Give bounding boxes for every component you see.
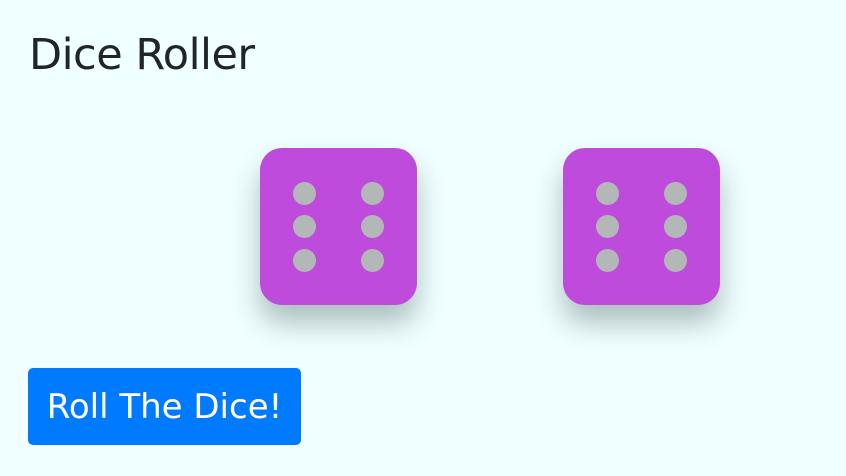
pip [664,249,687,272]
roll-dice-button[interactable]: Roll The Dice! [28,368,301,445]
die-1 [260,148,417,305]
pip [361,182,384,205]
pip [596,249,619,272]
pip [361,215,384,238]
pip [361,249,384,272]
pip [293,249,316,272]
pip [664,182,687,205]
pip [596,215,619,238]
pip [293,182,316,205]
pip [664,215,687,238]
page-title: Dice Roller [29,30,255,80]
pip [293,215,316,238]
die-2 [563,148,720,305]
pip [596,182,619,205]
